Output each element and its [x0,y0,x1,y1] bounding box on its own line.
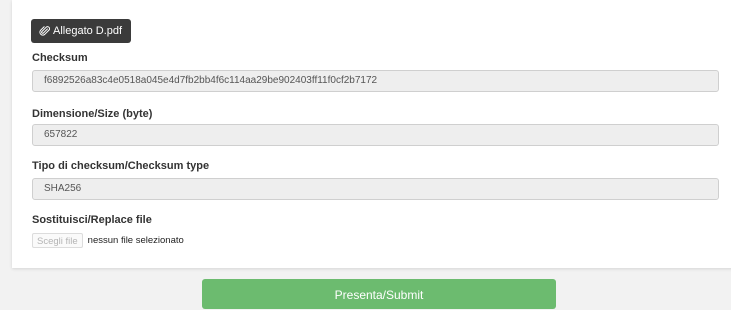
checksum-label: Checksum [32,52,88,64]
attachment-filename: Allegato D.pdf [53,25,123,37]
form-panel: Allegato D.pdf Checksum f6892526a83c4e05… [12,0,731,268]
replace-file-label: Sostituisci/Replace file [32,214,152,226]
checksum-field[interactable]: f6892526a83c4e0518a045e4d7fb2bb4f6c114aa… [32,70,719,92]
checksum-type-field[interactable]: SHA256 [32,178,719,200]
checksum-type-label: Tipo di checksum/Checksum type [32,160,210,172]
choose-file-button[interactable]: Scegli file [32,233,83,248]
attachment-download-button[interactable]: Allegato D.pdf [31,19,132,43]
size-field[interactable]: 657822 [32,124,719,146]
file-status-text: nessun file selezionato [87,235,184,246]
submit-button[interactable]: Presenta/Submit [202,279,556,309]
file-chooser: Scegli file nessun file selezionato [32,233,184,248]
size-label: Dimensione/Size (byte) [32,108,153,120]
paperclip-icon [39,25,50,37]
